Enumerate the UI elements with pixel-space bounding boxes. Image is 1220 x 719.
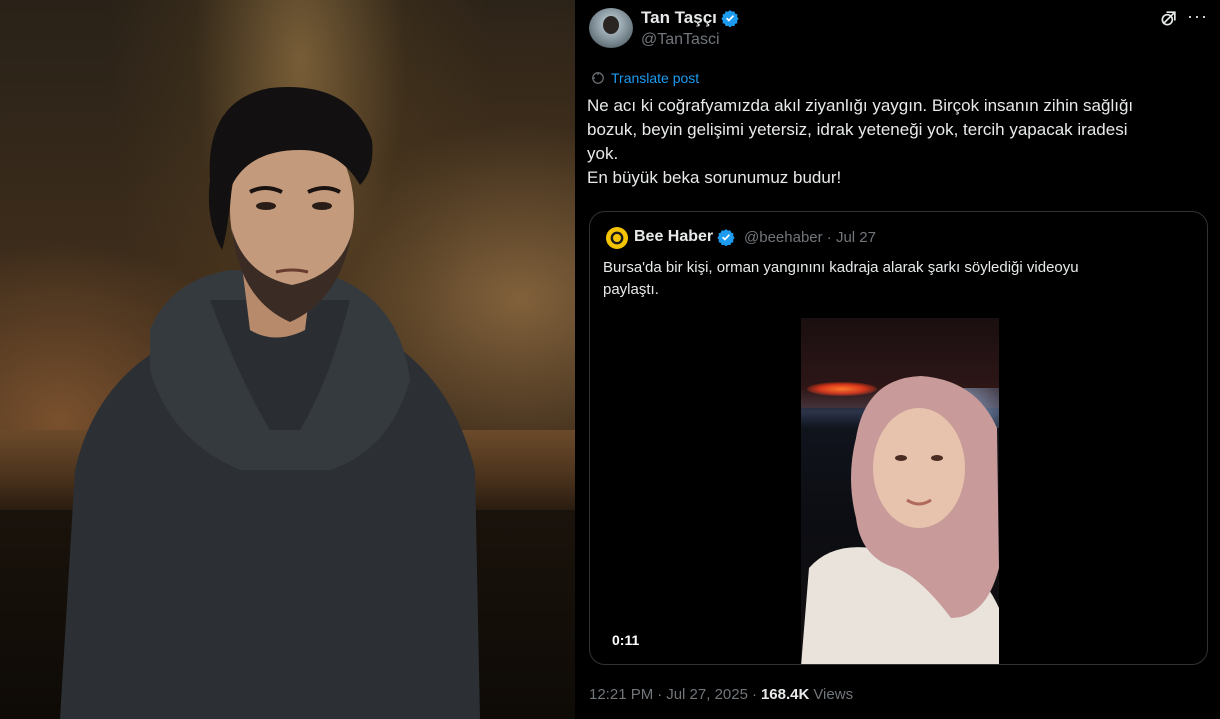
author-avatar[interactable] (589, 8, 633, 48)
tweet-text-line: bozuk, beyin gelişimi yetersiz, idrak ye… (587, 120, 1128, 139)
video-duration: 0:11 (612, 632, 640, 648)
quoted-tweet[interactable]: Bee Haber @beehaber · Jul 27 Bursa'da bi… (589, 211, 1208, 665)
quoted-text-line: paylaştı. (603, 281, 659, 298)
views-label: Views (813, 686, 854, 703)
tweet-meta: 12:21 PM · Jul 27, 2025 · 168.4K Views (589, 686, 853, 703)
tweet-text: Ne acı ki coğrafyamızda akıl ziyanlığı y… (587, 94, 1207, 190)
author-name-text[interactable]: Tan Taşçı (641, 8, 717, 28)
quoted-author-handle[interactable]: @beehaber · Jul 27 (744, 229, 876, 246)
meta-separator: · (657, 686, 663, 703)
quoted-tweet-text: Bursa'da bir kişi, orman yangınını kadra… (603, 257, 1163, 301)
author-name[interactable]: Tan Taşçı (641, 8, 739, 28)
portrait-photo (0, 0, 575, 719)
tweet-text-line: En büyük beka sorunumuz budur! (587, 168, 842, 187)
tweet-text-line: Ne acı ki coğrafyamızda akıl ziyanlığı y… (587, 96, 1134, 115)
tweet-text-line: yok. (587, 144, 619, 163)
bee-haber-avatar[interactable] (606, 227, 628, 249)
quoted-text-line: Bursa'da bir kişi, orman yangınını kadra… (603, 259, 1079, 276)
video-woman-figure (801, 376, 999, 664)
verified-badge-icon (721, 10, 739, 27)
more-icon[interactable]: ··· (1187, 6, 1208, 27)
quoted-author-name[interactable]: Bee Haber (634, 228, 735, 246)
meta-separator: · (751, 686, 757, 703)
bee-logo-icon (610, 231, 624, 245)
tweet-card: Tan Taşçı @TanTasci ··· Translate post N… (575, 0, 1220, 719)
author-handle[interactable]: @TanTasci (641, 31, 720, 49)
grok-icon[interactable] (1159, 8, 1179, 28)
verified-badge-icon (717, 229, 735, 246)
views-count[interactable]: 168.4K (761, 686, 809, 703)
person-figure (60, 87, 480, 719)
translate-label[interactable]: Translate post (611, 70, 699, 86)
tweet-date[interactable]: Jul 27, 2025 (666, 686, 748, 703)
translate-icon (592, 72, 604, 84)
translate-post-link[interactable]: Translate post (591, 70, 699, 86)
tweet-time[interactable]: 12:21 PM (589, 686, 653, 703)
video-player[interactable] (801, 318, 999, 664)
quoted-author-name-text[interactable]: Bee Haber (634, 228, 713, 246)
